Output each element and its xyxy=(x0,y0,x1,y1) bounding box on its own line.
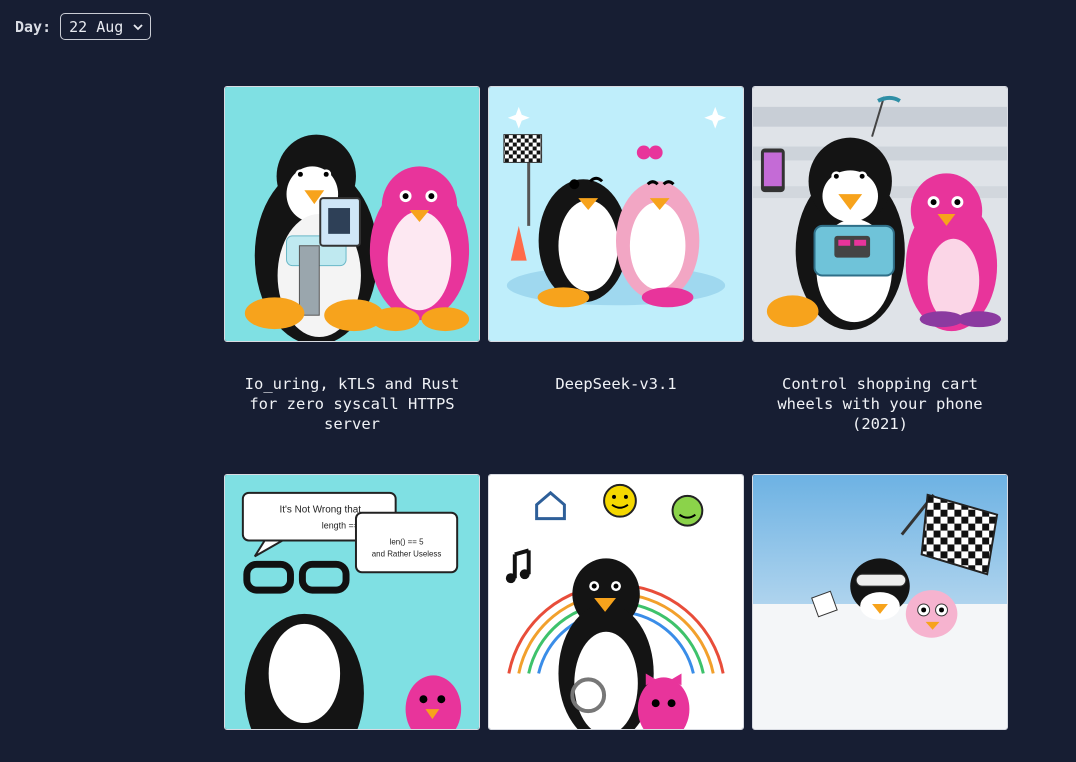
day-select-value: 22 Aug xyxy=(69,17,124,36)
card-thumbnail[interactable] xyxy=(752,474,1008,730)
card-title[interactable]: Io_uring, kTLS and Rust for zero syscall… xyxy=(224,374,480,434)
penguins-speech-bubbles-illustration: It's Not Wrong that length == 7 len() ==… xyxy=(225,475,479,729)
day-select[interactable]: 22 Aug xyxy=(60,13,152,40)
bubble-text-4: and Rather Useless xyxy=(372,549,442,558)
card-thumbnail[interactable] xyxy=(488,474,744,730)
day-label: Day: xyxy=(15,17,52,36)
penguins-checkered-flag-illustration xyxy=(753,475,1007,729)
penguins-shopping-phone-illustration xyxy=(753,87,1007,341)
day-filter: Day: 22 Aug xyxy=(15,13,152,40)
article-card[interactable]: Io_uring, kTLS and Rust for zero syscall… xyxy=(224,86,480,434)
chevron-down-icon xyxy=(133,23,143,30)
article-card[interactable]: It's Not Wrong that length == 7 len() ==… xyxy=(224,474,480,762)
card-thumbnail[interactable] xyxy=(224,86,480,342)
penguins-circuit-illustration xyxy=(225,87,479,341)
penguins-emoji-illustration xyxy=(489,475,743,729)
article-card[interactable] xyxy=(488,474,744,762)
card-thumbnail[interactable]: It's Not Wrong that length == 7 len() ==… xyxy=(224,474,480,730)
article-card[interactable]: Control shopping cart wheels with your p… xyxy=(752,86,1008,434)
article-card[interactable]: DeepSeek-v3.1 xyxy=(488,86,744,394)
penguins-racing-flag-illustration xyxy=(489,87,743,341)
bubble-text-3: len() == 5 xyxy=(390,537,425,546)
card-thumbnail[interactable] xyxy=(752,86,1008,342)
bubble-text-1: It's Not Wrong that xyxy=(279,505,361,516)
card-thumbnail[interactable] xyxy=(488,86,744,342)
card-title[interactable]: Control shopping cart wheels with your p… xyxy=(752,374,1008,434)
article-card[interactable] xyxy=(752,474,1008,762)
card-title[interactable]: DeepSeek-v3.1 xyxy=(488,374,744,394)
